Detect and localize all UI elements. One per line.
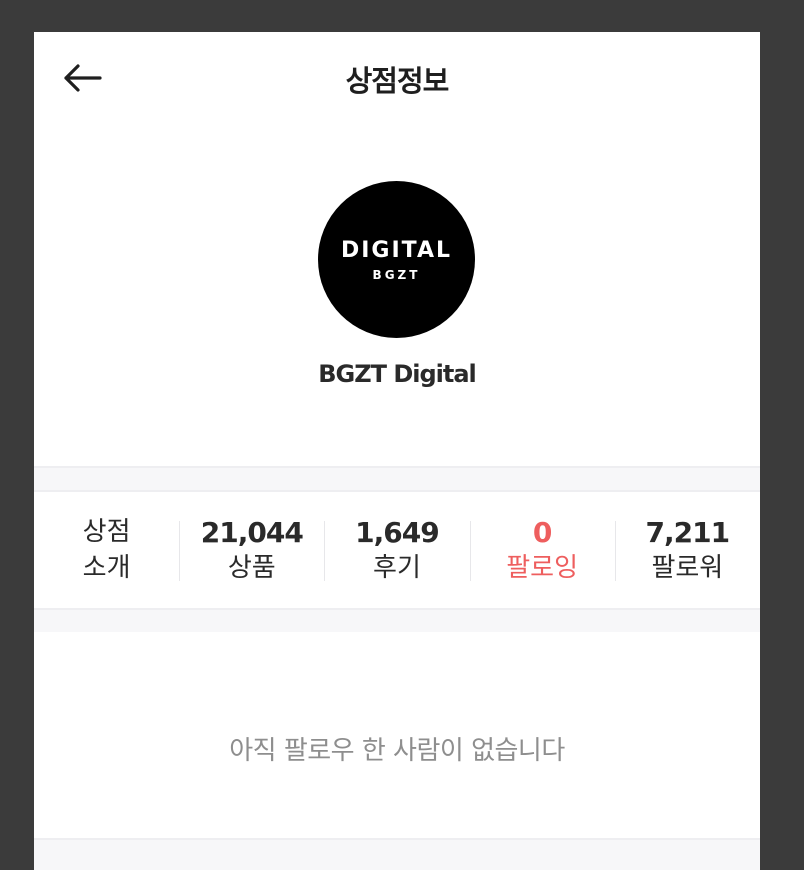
products-label: 상품	[227, 553, 276, 583]
store-intro-label-line2: 소개	[82, 553, 131, 583]
section-divider	[34, 608, 760, 632]
reviews-count: 1,649	[355, 516, 440, 549]
section-divider	[34, 838, 760, 870]
section-divider	[34, 466, 760, 492]
page-title: 상점정보	[345, 64, 450, 98]
following-list: 아직 팔로우 한 사람이 없습니다	[34, 632, 760, 840]
header: 상점정보	[34, 32, 760, 124]
tab-store-intro[interactable]: 상점 소개	[34, 492, 179, 608]
store-name: BGZT Digital	[318, 360, 477, 388]
empty-state-message: 아직 팔로우 한 사람이 없습니다	[229, 736, 565, 766]
followers-count: 7,211	[645, 516, 731, 549]
followers-label: 팔로워	[651, 553, 724, 583]
products-count: 21,044	[200, 516, 304, 549]
reviews-label: 후기	[373, 553, 421, 583]
following-label: 팔로잉	[506, 553, 579, 583]
store-profile: DIGITAL BGZT BGZT Digital	[34, 124, 760, 466]
tab-followers[interactable]: 7,211 팔로워	[614, 492, 760, 608]
logo-main-text: DIGITAL	[340, 237, 453, 263]
tab-products[interactable]: 21,044 상품	[179, 492, 324, 608]
store-logo: DIGITAL BGZT	[318, 181, 475, 338]
tab-following[interactable]: 0 팔로잉	[469, 492, 615, 608]
store-intro-label-line1: 상점	[82, 517, 131, 547]
store-stats-bar: 상점 소개 21,044 상품 1,649 후기 0 팔로잉 7,211 팔로워	[34, 492, 760, 608]
store-info-panel: 상점정보 DIGITAL BGZT BGZT Digital 상점 소개 21,…	[34, 32, 760, 870]
following-count: 0	[532, 516, 553, 549]
logo-sub-text: BGZT	[372, 267, 421, 282]
tab-reviews[interactable]: 1,649 후기	[324, 492, 469, 608]
